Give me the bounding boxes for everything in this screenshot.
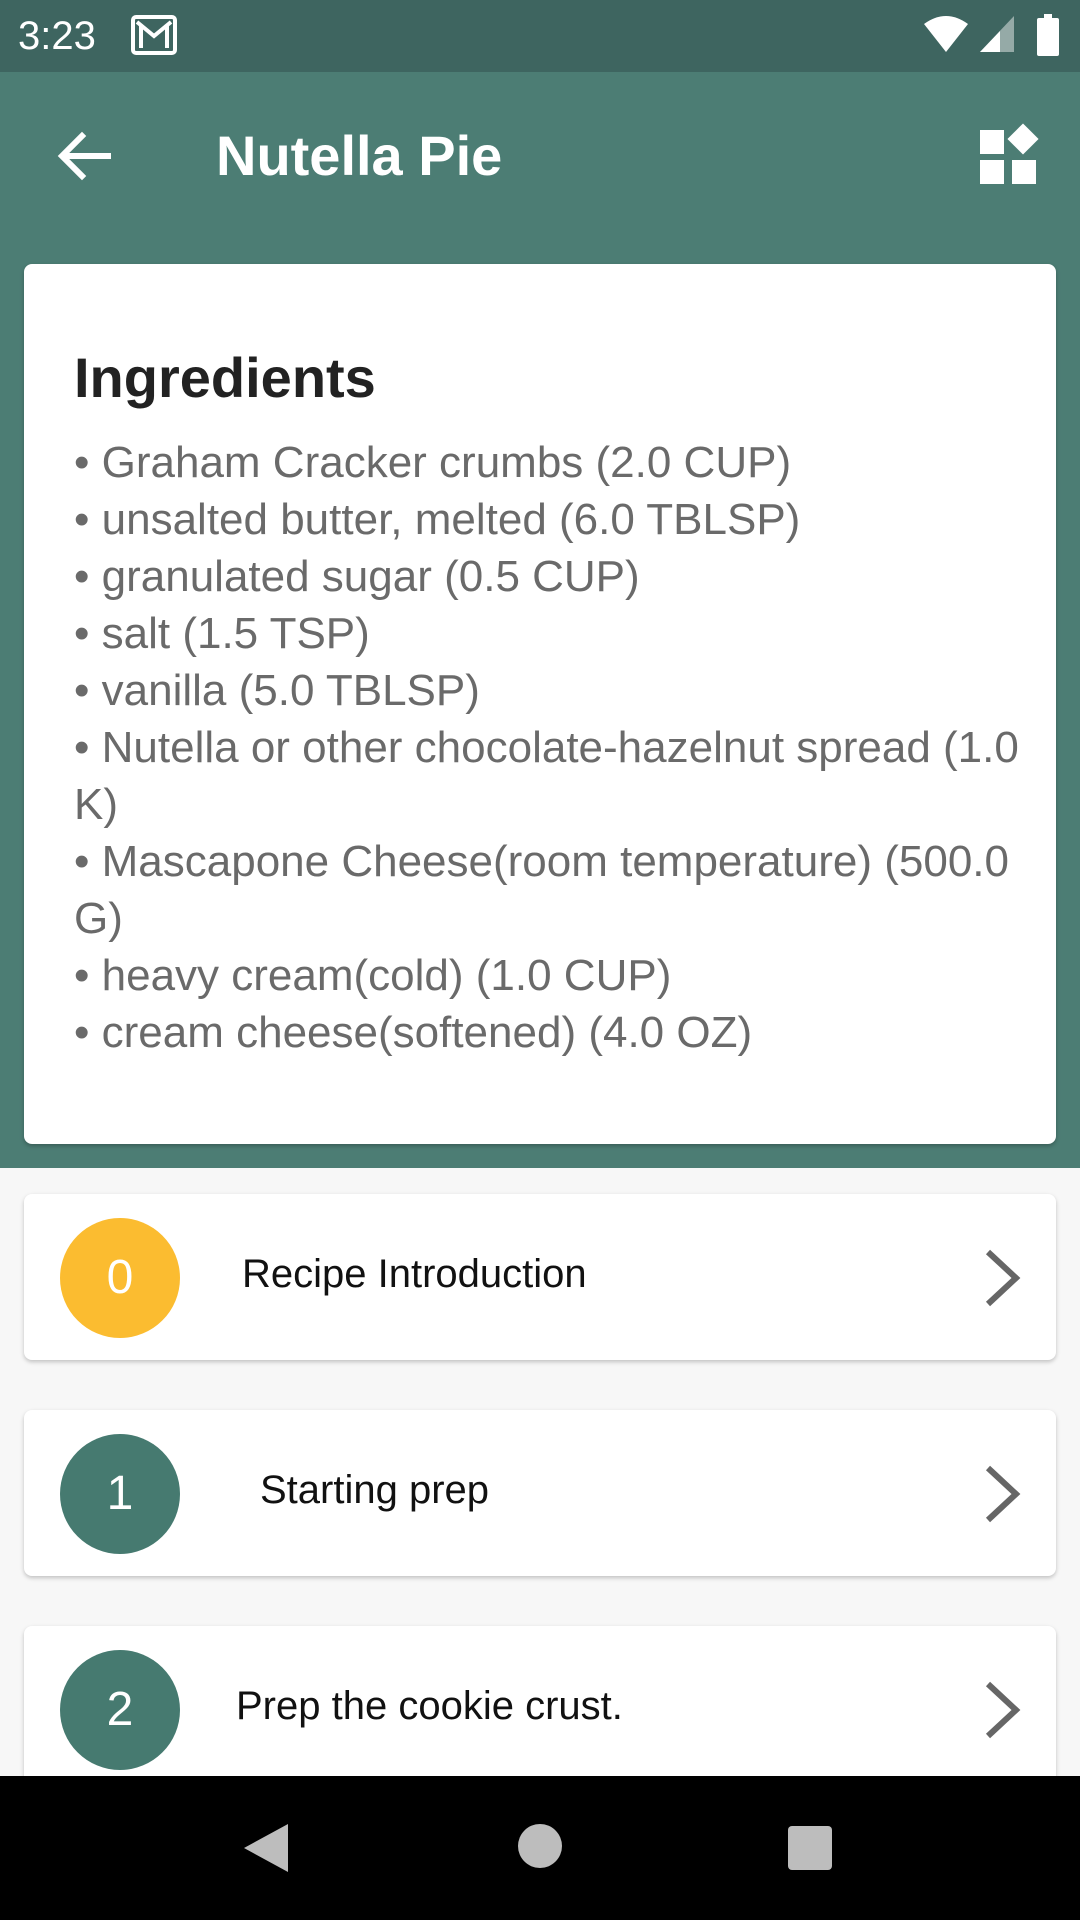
step-label: Recipe Introduction — [242, 1252, 587, 1296]
system-nav-bar — [0, 1776, 1080, 1920]
chevron-right-icon — [985, 1465, 1021, 1523]
step-label: Prep the cookie crust. — [236, 1684, 623, 1728]
step-card-1[interactable]: 1 Starting prep — [24, 1410, 1056, 1576]
widgets-icon[interactable] — [972, 120, 1044, 192]
ingredient-item: • granulated sugar (0.5 CUP) — [74, 552, 640, 601]
ingredients-section: Ingredients • Graham Cracker crumbs (2.0… — [0, 240, 1080, 1168]
status-bar: 3:23 — [0, 0, 1080, 72]
ingredient-item: • Mascapone Cheese(room temperature) (50… — [74, 837, 1009, 943]
ingredient-item: • heavy cream(cold) (1.0 CUP) — [74, 951, 672, 1000]
wifi-icon — [924, 16, 968, 52]
status-time: 3:23 — [18, 14, 96, 58]
ingredients-title: Ingredients — [74, 346, 376, 409]
step-number-badge: 2 — [60, 1650, 180, 1770]
app-bar: Nutella Pie — [0, 72, 1080, 240]
ingredient-item: • salt (1.5 TSP) — [74, 609, 370, 658]
page-title: Nutella Pie — [216, 124, 503, 187]
step-label: Starting prep — [260, 1468, 490, 1512]
ingredient-list: • Graham Cracker crumbs (2.0 CUP) • unsa… — [74, 434, 1034, 1061]
nav-recents-icon[interactable] — [786, 1824, 834, 1872]
chevron-right-icon — [985, 1249, 1021, 1307]
ingredients-card: Ingredients • Graham Cracker crumbs (2.0… — [24, 264, 1056, 1144]
signal-icon — [980, 16, 1014, 52]
step-card-0[interactable]: 0 Recipe Introduction — [24, 1194, 1056, 1360]
ingredient-item: • unsalted butter, melted (6.0 TBLSP) — [74, 495, 801, 544]
step-number-badge: 1 — [60, 1434, 180, 1554]
ingredient-item: • cream cheese(softened) (4.0 OZ) — [74, 1008, 753, 1057]
nav-back-icon[interactable] — [240, 1820, 296, 1876]
gmail-icon — [131, 15, 177, 55]
ingredient-item: • Graham Cracker crumbs (2.0 CUP) — [74, 438, 792, 487]
nav-home-icon[interactable] — [516, 1822, 564, 1870]
arrow-back-icon[interactable] — [48, 120, 120, 192]
ingredient-item: • vanilla (5.0 TBLSP) — [74, 666, 480, 715]
battery-icon — [1037, 14, 1059, 56]
ingredient-item: • Nutella or other chocolate-hazelnut sp… — [74, 723, 1019, 829]
chevron-right-icon — [985, 1681, 1021, 1739]
step-number-badge: 0 — [60, 1218, 180, 1338]
step-card-2[interactable]: 2 Prep the cookie crust. — [24, 1626, 1056, 1792]
